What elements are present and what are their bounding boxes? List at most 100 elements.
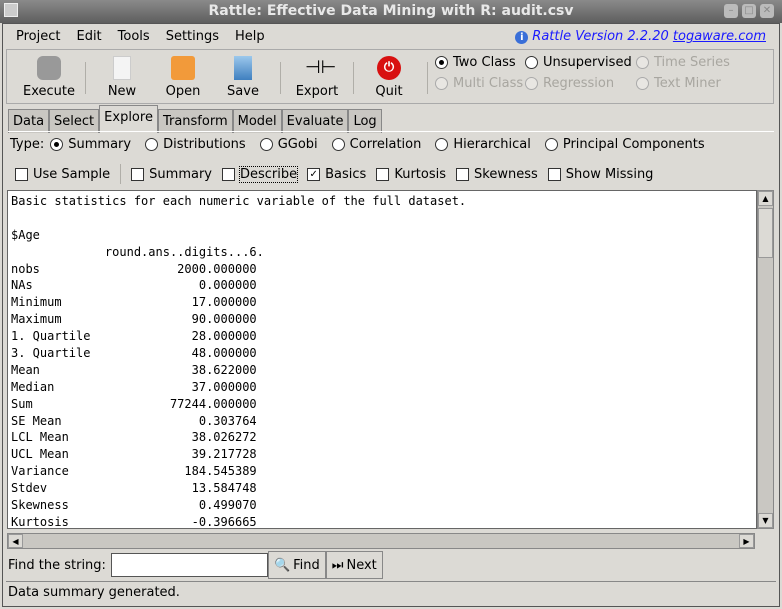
status-bar: Data summary generated.	[6, 581, 776, 603]
type-distributions[interactable]: Distributions	[145, 137, 246, 152]
save-button[interactable]: Save	[213, 56, 273, 99]
title-bar: Rattle: Effective Data Mining with R: au…	[0, 0, 782, 23]
tab-transform[interactable]: Transform	[157, 109, 233, 133]
radio[interactable]	[145, 138, 159, 151]
radio[interactable]	[331, 138, 345, 151]
checkbox[interactable]	[222, 167, 235, 181]
output-line: UCL Mean 39.217728	[11, 447, 257, 462]
horizontal-scrollbar[interactable]: ◀ ▶	[7, 533, 755, 549]
tab-model[interactable]: Model	[232, 109, 282, 133]
quit-power-icon: ⏻	[377, 56, 401, 80]
mode-regression: Regression	[525, 76, 614, 91]
menu-help[interactable]: Help	[227, 26, 273, 48]
mode-text-miner: Text Miner	[636, 76, 721, 91]
check-describe[interactable]: Describe	[222, 165, 299, 183]
radio[interactable]	[525, 56, 538, 69]
radio-label: Summary	[68, 137, 132, 152]
radio-label: Two Class	[453, 55, 516, 70]
quit-label: Quit	[375, 84, 403, 99]
tab-select[interactable]: Select	[49, 109, 100, 133]
minimize-icon[interactable]: –	[724, 4, 738, 18]
radio[interactable]	[50, 138, 64, 151]
check-show-missing[interactable]: Show Missing	[547, 167, 653, 182]
next-button-label: Next	[346, 557, 377, 573]
radio	[636, 77, 649, 90]
radio[interactable]	[435, 138, 449, 151]
type-correlation[interactable]: Correlation	[331, 137, 422, 152]
next-button[interactable]: ⏭ Next	[325, 551, 383, 579]
mode-time-series: Time Series	[636, 55, 730, 70]
type-ggobi[interactable]: GGobi	[259, 137, 318, 152]
new-button[interactable]: New	[92, 56, 152, 99]
separator	[427, 62, 428, 94]
radio-label: Text Miner	[654, 76, 721, 91]
scroll-left-icon[interactable]: ◀	[8, 534, 23, 548]
tab-evaluate[interactable]: Evaluate	[281, 109, 349, 133]
checkbox[interactable]	[376, 167, 390, 181]
tab-explore[interactable]: Explore	[99, 105, 158, 133]
radio[interactable]	[259, 138, 273, 151]
togaware-link[interactable]: togaware.com	[673, 29, 766, 44]
open-button[interactable]: Open	[153, 56, 213, 99]
find-label: Find the string:	[8, 557, 106, 573]
checkbox-label: Summary	[149, 166, 212, 182]
check-skewness[interactable]: Skewness	[456, 167, 538, 182]
radio-label: Time Series	[654, 55, 730, 70]
check-basics[interactable]: ✓ Basics	[307, 167, 366, 182]
find-input[interactable]	[110, 553, 268, 577]
export-plug-icon: ⊣⊢	[305, 57, 337, 78]
separator	[85, 62, 86, 94]
radio[interactable]	[435, 56, 448, 69]
menu-settings[interactable]: Settings	[158, 26, 227, 48]
tab-data[interactable]: Data	[8, 109, 50, 133]
type-principal-components[interactable]: Principal Components	[544, 137, 705, 152]
menu-edit[interactable]: Edit	[68, 26, 109, 48]
quit-button[interactable]: ⏻ Quit	[359, 56, 419, 99]
execute-button[interactable]: Execute	[19, 56, 79, 99]
find-button[interactable]: 🔍 Find	[267, 551, 326, 579]
radio-label: Correlation	[349, 137, 422, 152]
tab-log[interactable]: Log	[348, 109, 382, 133]
separator	[280, 62, 281, 94]
info-icon: i	[515, 31, 529, 44]
checkbox[interactable]	[456, 167, 470, 181]
radio-label: GGobi	[277, 137, 318, 152]
scroll-up-icon[interactable]: ▲	[758, 191, 773, 206]
output-text-view[interactable]: Basic statistics for each numeric variab…	[7, 190, 757, 529]
output-line: NAs 0.000000	[11, 278, 257, 293]
export-button[interactable]: ⊣⊢ Export	[287, 56, 347, 99]
type-summary[interactable]: Summary	[50, 137, 131, 152]
type-hierarchical[interactable]: Hierarchical	[435, 137, 531, 152]
vertical-scrollbar[interactable]: ▲ ▼	[757, 190, 774, 529]
radio[interactable]	[544, 138, 558, 151]
menu-project[interactable]: Project	[8, 26, 68, 48]
mode-unsupervised[interactable]: Unsupervised	[525, 55, 632, 70]
output-line: nobs 2000.000000	[11, 261, 257, 276]
scroll-right-icon[interactable]: ▶	[739, 534, 754, 548]
scroll-down-icon[interactable]: ▼	[758, 513, 773, 528]
checkbox-label: Basics	[325, 166, 367, 182]
scroll-thumb[interactable]	[758, 208, 773, 258]
check-use-sample[interactable]: Use Sample	[15, 167, 110, 182]
mode-two-class[interactable]: Two Class	[435, 55, 516, 70]
window-menu-icon[interactable]	[4, 3, 18, 17]
maximize-icon[interactable]: □	[742, 4, 756, 18]
check-kurtosis[interactable]: Kurtosis	[376, 167, 446, 182]
checkbox-label: Skewness	[474, 166, 538, 182]
checkbox[interactable]	[547, 167, 561, 181]
type-selector: Type: Summary Distributions GGobi Correl…	[10, 137, 705, 152]
magnifier-icon: 🔍	[273, 557, 291, 573]
output-line: Sum 77244.000000	[11, 396, 257, 411]
checkbox[interactable]: ✓	[307, 167, 321, 181]
checkbox[interactable]	[131, 167, 145, 181]
checkbox[interactable]	[15, 167, 28, 181]
save-icon	[234, 56, 252, 80]
check-summary[interactable]: Summary	[131, 167, 212, 182]
radio-label: Distributions	[163, 137, 246, 152]
toolbar: Execute New Open Save ⊣⊢ Export ⏻ Quit Two…	[6, 49, 774, 104]
menu-tools[interactable]: Tools	[110, 26, 158, 48]
close-icon[interactable]: ✕	[760, 4, 774, 18]
tab-divider	[8, 131, 774, 132]
find-bar: Find the string: 🔍 Find ⏭ Next	[8, 551, 383, 579]
